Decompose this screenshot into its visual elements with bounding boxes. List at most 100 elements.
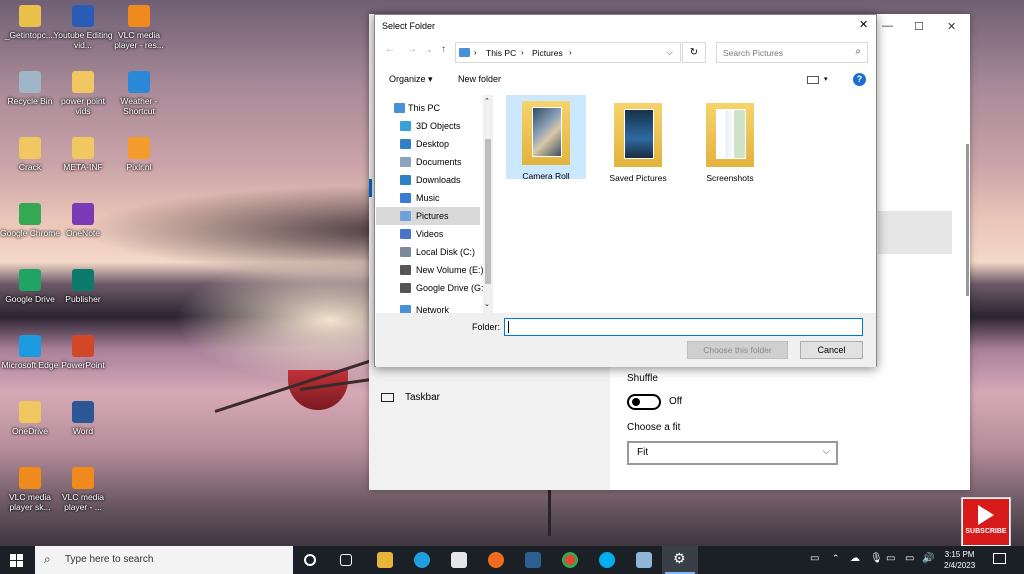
breadcrumb-sep-icon: › [474, 48, 477, 57]
folder-item[interactable]: Screenshots [690, 97, 770, 183]
settings-scrollbar[interactable] [966, 144, 969, 296]
onedrive-icon[interactable]: ☁ [850, 553, 860, 564]
folder-item[interactable]: Camera Roll [506, 95, 586, 181]
nav-item-icon [400, 229, 411, 239]
organize-button[interactable]: Organize ▾ [389, 74, 433, 85]
desktop-icon-label: power point vids [61, 96, 105, 116]
fit-select[interactable]: Fit ⌵ [627, 441, 838, 465]
desktop-icon[interactable]: Pixlr.nl [109, 137, 169, 172]
nav-item[interactable]: 3D Objects [376, 117, 480, 135]
desktop-icon[interactable]: Word [53, 401, 113, 436]
view-chevron-icon[interactable]: ▾ [824, 75, 828, 83]
volume-icon[interactable]: 🔊 [922, 553, 934, 564]
nav-item[interactable]: New Volume (E:) [376, 261, 484, 279]
nav-item[interactable]: Videos [376, 225, 480, 243]
app-icon[interactable] [525, 552, 541, 568]
file-explorer-icon[interactable] [377, 552, 393, 568]
nav-item[interactable]: This PC [376, 99, 480, 117]
help-button[interactable]: ? [853, 73, 866, 86]
address-bar[interactable]: › This PC › Pictures › ⌵ [455, 42, 681, 63]
desktop-icon[interactable]: Google Drive [0, 269, 60, 304]
desktop-icon[interactable]: VLC media player - ... [53, 467, 113, 512]
address-dropdown-icon[interactable]: ⌵ [666, 47, 673, 58]
sidebar-item-taskbar[interactable]: Taskbar [405, 392, 440, 403]
nav-item[interactable]: Downloads [376, 171, 480, 189]
nav-item[interactable]: Google Drive (G:) [376, 279, 487, 297]
desktop-icon[interactable]: Google Chrome [0, 203, 60, 238]
nav-item[interactable]: Local Disk (C:) [376, 243, 480, 261]
maximize-button[interactable]: ☐ [914, 20, 924, 33]
edge-icon[interactable] [414, 552, 430, 568]
folder-item[interactable]: Saved Pictures [598, 97, 678, 183]
recent-chevron-icon[interactable]: ⌄ [426, 45, 433, 54]
desktop-icon[interactable]: Weather - Shortcut [109, 71, 169, 116]
minimize-button[interactable]: — [882, 20, 893, 32]
desktop-icon[interactable]: VLC media player sk... [0, 467, 60, 512]
desktop-icon-label: Pixlr.nl [126, 162, 152, 172]
new-folder-button[interactable]: New folder [458, 74, 501, 84]
back-icon[interactable]: ← [385, 44, 395, 55]
display-icon[interactable]: ▭ [886, 553, 895, 564]
taskbar-search-box[interactable]: ⌕ Type here to search [35, 546, 293, 574]
clock[interactable]: 3:15 PM 2/4/2023 [944, 549, 975, 571]
desktop-icon[interactable]: Microsoft Edge [0, 335, 60, 370]
youtube-subscribe-badge[interactable]: SUBSCRIBE [962, 498, 1010, 546]
search-pictures-input[interactable]: Search Pictures ⌕ [716, 42, 868, 63]
chrome-icon[interactable] [562, 552, 578, 568]
nav-item[interactable]: Music [376, 189, 480, 207]
desktop-icon[interactable]: OneDrive [0, 401, 60, 436]
desktop-icon[interactable]: OneNote [53, 203, 113, 238]
desktop-icon-image [19, 401, 41, 423]
nav-item[interactable]: Pictures [376, 207, 480, 225]
choose-folder-button[interactable]: Choose this folder [687, 341, 788, 359]
close-button[interactable]: ✕ [947, 20, 956, 33]
microphone-icon[interactable]: 🎙 [870, 553, 883, 564]
up-icon[interactable]: ↑ [441, 44, 446, 55]
app-icon[interactable] [636, 552, 652, 568]
store-icon[interactable] [451, 552, 467, 568]
scroll-down-icon[interactable]: ⌄ [484, 300, 490, 308]
shuffle-toggle[interactable] [627, 394, 661, 410]
refresh-button[interactable]: ↻ [682, 42, 706, 63]
nav-item-icon [394, 103, 405, 113]
desktop-icon[interactable]: PowerPoint [53, 335, 113, 370]
desktop-icon[interactable]: power point vids [53, 71, 113, 116]
fit-select-value: Fit [637, 447, 649, 458]
desktop-icon[interactable]: Publisher [53, 269, 113, 304]
desktop-icon[interactable]: Crack [0, 137, 60, 172]
scroll-up-icon[interactable]: ⌃ [484, 97, 490, 105]
refresh-icon: ↻ [689, 47, 699, 58]
desktop-icon[interactable]: VLC media player - res... [109, 5, 169, 50]
folder-input[interactable] [504, 318, 863, 336]
nav-item[interactable]: Documents [376, 153, 480, 171]
desktop-icon[interactable]: Youtube Editing vid... [53, 5, 113, 50]
forward-icon[interactable]: → [407, 44, 417, 55]
firefox-icon[interactable] [488, 552, 504, 568]
boat-rig [214, 357, 378, 413]
network-icon[interactable]: ▭ [905, 553, 914, 564]
start-button[interactable] [10, 554, 23, 567]
tray-app-icon[interactable]: ▭ [810, 553, 819, 564]
notifications-icon[interactable] [993, 553, 1006, 564]
nav-item-label: Videos [416, 229, 444, 239]
settings-taskbar-button[interactable]: ⚙ [662, 546, 698, 574]
desktop-icon-image [72, 5, 94, 27]
desktop-icon[interactable]: META-INF [53, 137, 113, 172]
desktop-icon[interactable]: Recycle Bin [0, 71, 60, 106]
folder-thumbnail [716, 109, 746, 159]
dialog-close-button[interactable]: ✕ [859, 18, 868, 31]
desktop-icon[interactable]: _Getintopc.... [0, 5, 60, 40]
view-icon[interactable] [807, 76, 819, 84]
breadcrumb-pictures[interactable]: Pictures [532, 48, 563, 58]
breadcrumb-this-pc[interactable]: This PC [486, 48, 516, 58]
skype-icon[interactable] [599, 552, 615, 568]
cortana-icon[interactable] [304, 554, 316, 566]
cancel-button[interactable]: Cancel [800, 341, 863, 359]
nav-item-icon [400, 265, 411, 275]
nav-item[interactable]: Desktop [376, 135, 480, 153]
nav-scrollbar[interactable]: ⌃ ⌄ [483, 95, 493, 313]
scroll-thumb[interactable] [485, 139, 491, 284]
show-hidden-icons[interactable]: ⌃ [832, 553, 840, 564]
task-view-icon[interactable] [340, 554, 352, 566]
nav-item-icon [400, 211, 411, 221]
